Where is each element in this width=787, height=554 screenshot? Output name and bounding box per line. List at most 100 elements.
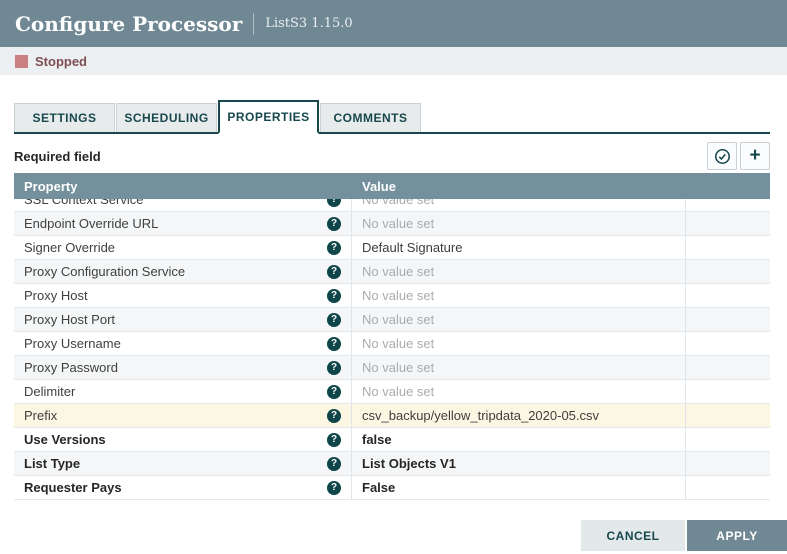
property-cell: Proxy Configuration Service ? — [14, 260, 352, 283]
row-end-spacer — [686, 236, 770, 259]
help-icon[interactable]: ? — [327, 385, 341, 399]
row-end-spacer — [686, 308, 770, 331]
row-end-spacer — [686, 452, 770, 475]
add-property-button[interactable]: + — [740, 142, 770, 170]
property-name: Proxy Host Port — [24, 312, 115, 327]
property-value-text: No value set — [362, 288, 434, 303]
row-end-spacer — [686, 356, 770, 379]
help-icon[interactable]: ? — [327, 313, 341, 327]
verify-properties-button[interactable] — [707, 142, 737, 170]
table-row: Proxy Configuration Service ? No value s… — [14, 260, 770, 284]
help-icon[interactable]: ? — [327, 289, 341, 303]
row-end-spacer — [686, 380, 770, 403]
property-value[interactable]: false — [352, 428, 686, 451]
property-cell: Endpoint Override URL ? — [14, 212, 352, 235]
property-value-text: List Objects V1 — [362, 456, 456, 471]
help-icon[interactable]: ? — [327, 241, 341, 255]
property-value[interactable]: No value set — [352, 284, 686, 307]
apply-button[interactable]: APPLY — [687, 520, 787, 551]
property-cell: List Type ? — [14, 452, 352, 475]
property-value[interactable]: No value set — [352, 332, 686, 355]
property-name: Endpoint Override URL — [24, 216, 158, 231]
help-icon[interactable]: ? — [327, 481, 341, 495]
property-cell: Proxy Host Port ? — [14, 308, 352, 331]
help-icon[interactable]: ? — [327, 199, 341, 207]
status-label: Stopped — [35, 54, 87, 69]
property-value[interactable]: False — [352, 476, 686, 499]
row-end-spacer — [686, 332, 770, 355]
property-value-text: False — [362, 480, 395, 495]
table-row: Use Versions ? false — [14, 428, 770, 452]
row-end-spacer — [686, 404, 770, 427]
property-name: Prefix — [24, 408, 57, 423]
property-value[interactable]: List Objects V1 — [352, 452, 686, 475]
table-header: Property Value — [14, 173, 770, 199]
property-value[interactable]: No value set — [352, 308, 686, 331]
table-row: Proxy Password ? No value set — [14, 356, 770, 380]
property-value[interactable]: Default Signature — [352, 236, 686, 259]
row-end-spacer — [686, 284, 770, 307]
property-name: Delimiter — [24, 384, 75, 399]
property-value[interactable]: csv_backup/yellow_tripdata_2020-05.csv — [352, 404, 686, 427]
property-value-text: Default Signature — [362, 240, 462, 255]
property-cell: Requester Pays ? — [14, 476, 352, 499]
dialog-titlebar: Configure Processor ListS3 1.15.0 — [0, 0, 787, 47]
property-value[interactable]: No value set — [352, 380, 686, 403]
property-cell: Proxy Host ? — [14, 284, 352, 307]
table-row: Proxy Host ? No value set — [14, 284, 770, 308]
property-cell: SSL Context Service ? — [14, 199, 352, 211]
property-cell: Proxy Username ? — [14, 332, 352, 355]
table-row: Proxy Username ? No value set — [14, 332, 770, 356]
tab-settings[interactable]: SETTINGS — [14, 103, 115, 132]
property-cell: Proxy Password ? — [14, 356, 352, 379]
help-icon[interactable]: ? — [327, 409, 341, 423]
help-icon[interactable]: ? — [327, 433, 341, 447]
processor-name-version: ListS3 1.15.0 — [265, 16, 352, 31]
row-end-spacer — [686, 428, 770, 451]
property-cell: Prefix ? — [14, 404, 352, 427]
help-icon[interactable]: ? — [327, 361, 341, 375]
configure-processor-dialog: Configure Processor ListS3 1.15.0 Stoppe… — [0, 0, 787, 554]
tab-bar: SETTINGSSCHEDULINGPROPERTIESCOMMENTS — [14, 100, 770, 134]
property-cell: Signer Override ? — [14, 236, 352, 259]
property-name: Proxy Username — [24, 336, 121, 351]
column-header-property: Property — [14, 179, 352, 194]
check-circle-icon — [714, 148, 731, 165]
property-name: SSL Context Service — [24, 199, 143, 207]
property-cell: Use Versions ? — [14, 428, 352, 451]
column-header-value: Value — [352, 179, 396, 194]
table-row: Proxy Host Port ? No value set — [14, 308, 770, 332]
property-value[interactable]: No value set — [352, 212, 686, 235]
property-value[interactable]: No value set — [352, 356, 686, 379]
row-end-spacer — [686, 260, 770, 283]
tab-comments[interactable]: COMMENTS — [320, 103, 421, 132]
property-name: Signer Override — [24, 240, 115, 255]
clipped-row-window: SSL Context Service ? No value set — [14, 199, 770, 212]
table-row: Prefix ? csv_backup/yellow_tripdata_2020… — [14, 404, 770, 428]
property-name: Proxy Host — [24, 288, 88, 303]
property-cell: Delimiter ? — [14, 380, 352, 403]
property-value[interactable]: No value set — [352, 199, 686, 211]
property-name: List Type — [24, 456, 80, 471]
properties-table: Property Value SSL Context Service ? No … — [14, 173, 770, 500]
property-name: Use Versions — [24, 432, 106, 447]
property-value[interactable]: No value set — [352, 260, 686, 283]
property-name: Requester Pays — [24, 480, 122, 495]
properties-scroll-area[interactable]: SSL Context Service ? No value set Endpo… — [14, 199, 770, 500]
help-icon[interactable]: ? — [327, 337, 341, 351]
property-value-text: No value set — [362, 336, 434, 351]
property-value-text: No value set — [362, 216, 434, 231]
property-value-text: No value set — [362, 360, 434, 375]
table-row: Endpoint Override URL ? No value set — [14, 212, 770, 236]
help-icon[interactable]: ? — [327, 265, 341, 279]
table-row: Requester Pays ? False — [14, 476, 770, 500]
tab-properties[interactable]: PROPERTIES — [218, 100, 319, 134]
help-icon[interactable]: ? — [327, 457, 341, 471]
dialog-footer: CANCEL APPLY — [581, 520, 787, 551]
help-icon[interactable]: ? — [327, 217, 341, 231]
cancel-button[interactable]: CANCEL — [581, 520, 685, 551]
table-row: Signer Override ? Default Signature — [14, 236, 770, 260]
dialog-title: Configure Processor — [15, 12, 242, 36]
tab-scheduling[interactable]: SCHEDULING — [116, 103, 217, 132]
table-row: SSL Context Service ? No value set — [14, 199, 770, 212]
